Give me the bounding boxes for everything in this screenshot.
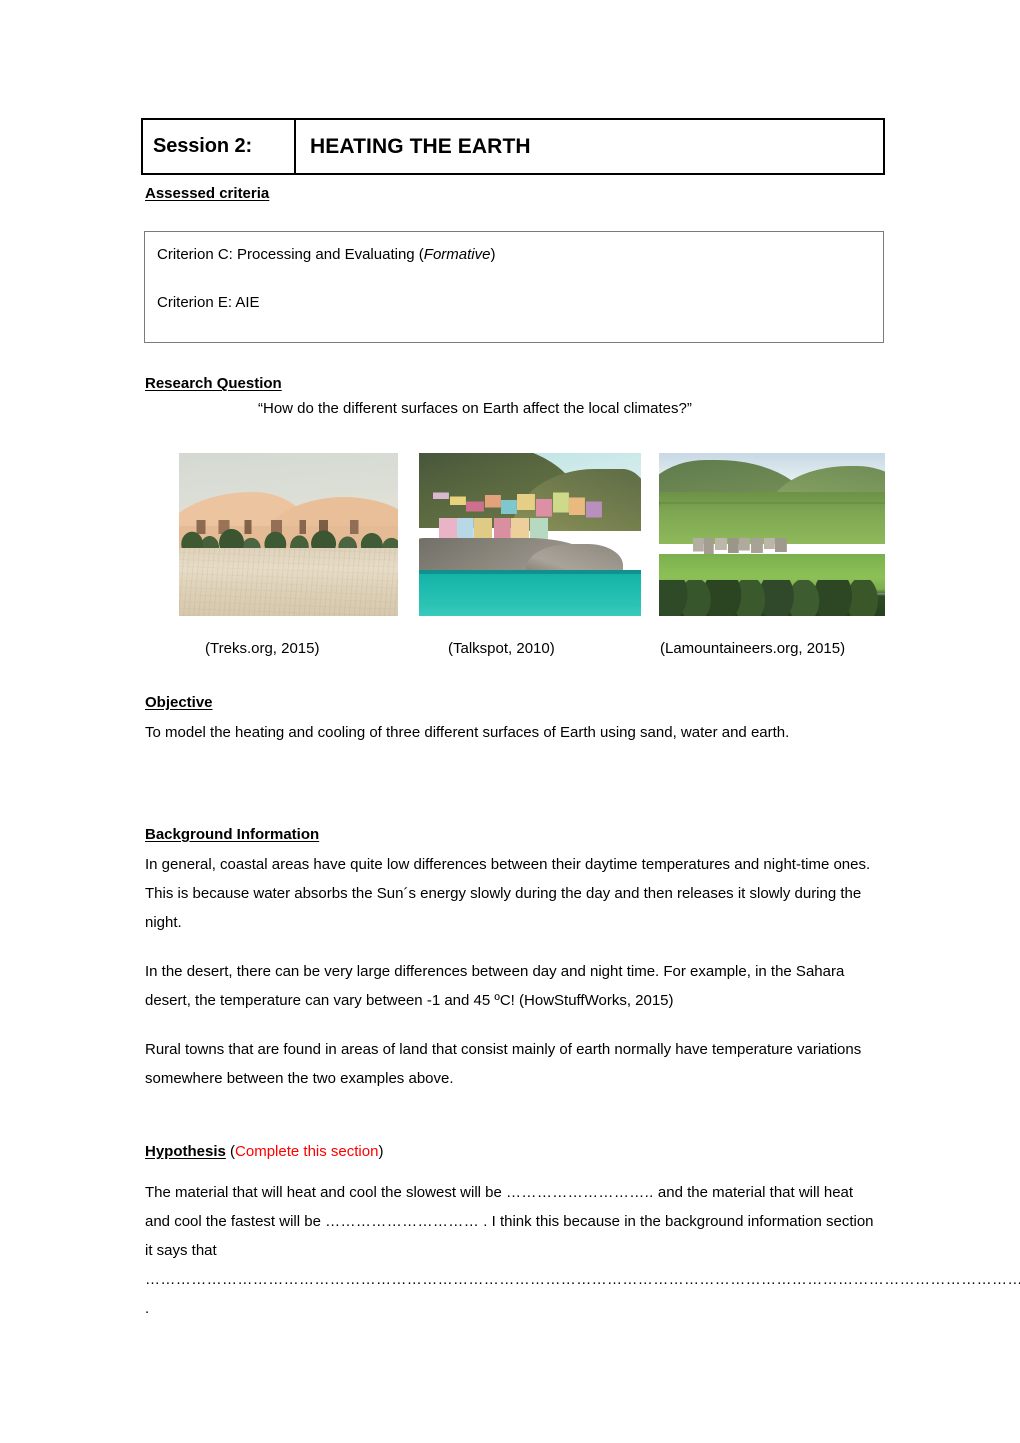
background-information-heading: Background Information xyxy=(145,826,320,843)
caption-rural: (Lamountaineers.org, 2015) xyxy=(660,640,846,657)
rural-green-valley-photo xyxy=(659,453,885,616)
background-paragraph-2: In the desert, there can be very large d… xyxy=(145,963,845,1009)
desert-oasis-photo xyxy=(179,453,398,616)
objective-text: To model the heating and cooling of thre… xyxy=(145,724,790,741)
hypothesis-blank-1[interactable]: ……………………….. xyxy=(506,1184,654,1201)
hypothesis-heading: Hypothesis xyxy=(145,1143,226,1160)
criterion-c-emphasis: Formative xyxy=(423,246,491,263)
page-title: HEATING THE EARTH xyxy=(310,134,531,158)
criterion-c-suffix: ) xyxy=(490,246,496,263)
session-label: Session 2: xyxy=(153,135,253,157)
figure-caption-row: (Treks.org, 2015) (Talkspot, 2010) (Lamo… xyxy=(145,640,885,662)
criterion-c-line: Criterion C: Processing and Evaluating (… xyxy=(157,244,883,266)
document-page: Session 2: HEATING THE EARTH Assessed cr… xyxy=(0,0,1020,1443)
coastal-town-photo xyxy=(419,453,641,616)
criterion-c-prefix: Criterion C: Processing and Evaluating ( xyxy=(157,246,424,263)
hypothesis-blank-4[interactable]: …………………………………………………………………………………………………………… xyxy=(746,1271,1020,1288)
caption-coastal: (Talkspot, 2010) xyxy=(448,640,555,657)
research-question-text: “How do the different surfaces on Earth … xyxy=(258,400,692,417)
hypothesis-fill-in-text: The material that will heat and cool the… xyxy=(145,1178,1020,1323)
assessed-criteria-box: Criterion C: Processing and Evaluating (… xyxy=(144,231,884,343)
criterion-e-prefix: Criterion E: AIE xyxy=(157,294,260,311)
hypothesis-instruction: Complete this section xyxy=(235,1143,379,1160)
objective-heading: Objective xyxy=(145,694,213,711)
hypothesis-instruction-open: ( xyxy=(225,1143,236,1160)
hypothesis-heading-row: Hypothesis (Complete this section) xyxy=(145,1143,383,1160)
session-label-cell: Session 2: xyxy=(143,120,296,173)
criterion-e-line: Criterion E: AIE xyxy=(157,292,883,314)
hypothesis-instruction-close: ) xyxy=(378,1143,384,1160)
hypothesis-blank-2[interactable]: ………………………… xyxy=(325,1213,479,1230)
figure-image-row xyxy=(179,453,885,616)
session-title-cell: HEATING THE EARTH xyxy=(296,120,883,173)
research-question-heading: Research Question xyxy=(145,375,282,392)
assessed-criteria-heading: Assessed criteria xyxy=(145,185,270,202)
hypothesis-line1a: The material that will heat and cool the… xyxy=(145,1184,507,1201)
session-title-table: Session 2: HEATING THE EARTH xyxy=(141,118,885,175)
hypothesis-blank-3[interactable]: ……………………………………………………………………………………………………… xyxy=(145,1271,746,1288)
background-paragraph-3: Rural towns that are found in areas of l… xyxy=(145,1041,862,1087)
background-paragraph-1: In general, coastal areas have quite low… xyxy=(145,856,871,931)
caption-desert: (Treks.org, 2015) xyxy=(205,640,320,657)
